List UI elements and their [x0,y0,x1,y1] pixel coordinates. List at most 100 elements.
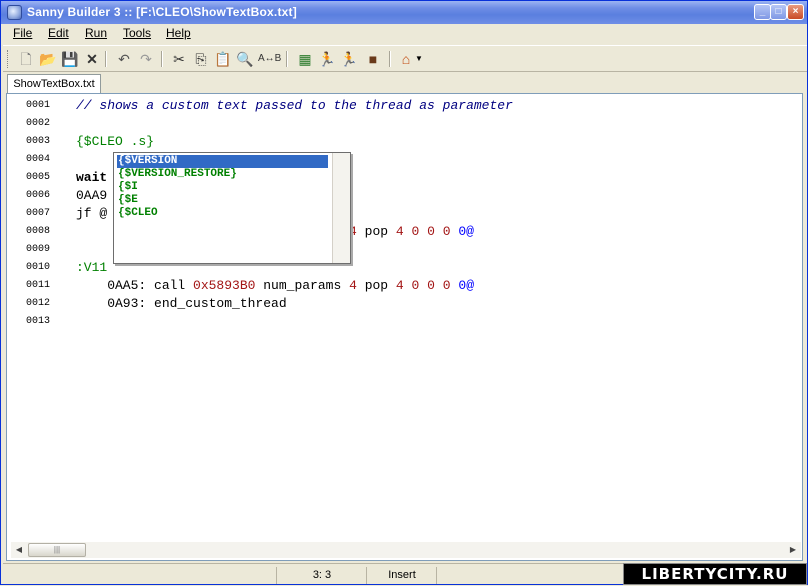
menu-file[interactable]: File [13,26,32,40]
toolbar-separator [161,51,163,67]
toolbar-separator [105,51,107,67]
menu-file-label: File [13,26,33,40]
code-token: 0 [427,278,435,293]
code-token: 0 [442,278,451,293]
code-token: 0AA5: call [76,278,194,293]
code-token: 4 [395,224,404,239]
scroll-left-icon[interactable]: ◀ [11,542,27,558]
code-line[interactable]: 0013 [7,313,802,331]
save-icon[interactable]: 💾 [61,50,79,68]
autocomplete-item[interactable]: {$VERSION_RESTORE} [118,168,237,181]
tab-strip: ShowTextBox.txt [3,72,807,94]
autocomplete-item[interactable]: {$CLEO [118,207,158,220]
copy-icon[interactable]: ⎘ [192,50,210,68]
toolbar: 🗋 📂 💾 ✕ ↶ ↷ ✂ ⎘ 📋 🔍 A↔B ▦ 🏃 🏃 ■ ⌂ ▼ [3,45,807,72]
chevron-down-icon[interactable]: ▼ [414,50,424,68]
title-bar[interactable]: Sanny Builder 3 :: [F:\CLEO\ShowTextBox.… [1,1,807,24]
code-text: {$CLEO .s} [76,133,154,151]
line-number: 0003 [26,136,51,147]
line-number: 0006 [26,190,51,201]
menu-edit-label: Edit [48,26,69,40]
line-number: 0011 [26,280,51,291]
code-text: 0AA5: call 0x5893B0 num_params 4 pop 4 0… [76,277,474,295]
code-token: pop [356,278,396,293]
menu-edit[interactable]: Edit [48,26,69,40]
code-text: 0A93: end_custom_thread [76,295,287,313]
code-token: wait [76,170,108,185]
code-text: :V11 [76,259,107,277]
compile-icon[interactable]: ▦ [296,50,314,68]
app-icon [7,5,22,20]
menu-tools-label: Tools [123,26,152,40]
replace-icon[interactable]: A↔B [258,50,281,68]
run-debug-icon[interactable]: 🏃 [340,50,358,68]
code-token: 0@ [458,278,475,293]
code-line[interactable]: 0012 0A93: end_custom_thread [7,295,802,313]
code-token: pop [356,224,396,239]
paste-icon[interactable]: 📋 [214,50,232,68]
line-number: 0004 [26,154,51,165]
open-folder-icon[interactable]: 📂 [39,50,57,68]
help-icon[interactable]: ⌂ [397,50,415,68]
status-panel-empty [436,567,627,584]
scroll-right-icon[interactable]: ▶ [785,542,801,558]
autocomplete-popup[interactable]: {$VERSION {$VERSION_RESTORE} {$I {$E {$CLEO [113,152,351,264]
code-line[interactable]: 0011 0AA5: call 0x5893B0 num_params 4 po… [7,277,802,295]
toolbar-grip[interactable] [7,50,11,68]
code-token: // shows a custom text passed to the thr… [76,98,513,113]
code-token: 0AA9 [76,188,108,203]
toolbar-separator [286,51,288,67]
code-token: 0 [442,224,451,239]
code-line[interactable]: 0002 [7,115,802,133]
code-token: 0A93: end_custom_thread [76,296,287,311]
find-icon[interactable]: 🔍 [236,50,254,68]
code-line[interactable]: 0003 {$CLEO .s} [7,133,802,151]
run-icon[interactable]: 🏃 [318,50,336,68]
toolbar-separator [389,51,391,67]
scroll-thumb[interactable]: ||| [28,543,86,557]
code-token: 0x5893B0 [193,278,256,293]
horizontal-scrollbar[interactable]: ◀ ||| ▶ [11,542,801,558]
line-number: 0010 [26,262,51,273]
line-number: 0013 [26,316,51,327]
menu-run[interactable]: Run [85,26,107,40]
line-number: 0002 [26,118,51,129]
code-token: 4 [395,278,404,293]
undo-icon[interactable]: ↶ [115,50,133,68]
line-number: 0001 [26,100,51,111]
autocomplete-item[interactable]: {$I [118,181,138,194]
autocomplete-scrollbar[interactable] [332,153,350,263]
close-window-button[interactable]: × [787,4,804,20]
menu-help-label: Help [166,26,191,40]
code-token: jf @ [76,206,108,221]
new-file-icon[interactable]: 🗋 [17,50,35,68]
menu-run-label: Run [85,26,108,40]
status-mode: Insert [366,567,437,584]
cut-icon[interactable]: ✂ [170,50,188,68]
redo-icon[interactable]: ↷ [137,50,155,68]
autocomplete-item[interactable]: {$VERSION [117,155,328,168]
line-number: 0009 [26,244,51,255]
line-number: 0007 [26,208,51,219]
app-window: Sanny Builder 3 :: [F:\CLEO\ShowTextBox.… [0,0,808,585]
game-icon[interactable]: ■ [364,50,382,68]
menu-bar: File Edit Run Tools Help [3,24,807,43]
close-icon[interactable]: ✕ [83,50,101,68]
code-line[interactable]: 0001 // shows a custom text passed to the… [7,97,802,115]
minimize-button[interactable]: _ [754,4,771,20]
menu-tools[interactable]: Tools [123,26,151,40]
line-number: 0012 [26,298,51,309]
menu-help[interactable]: Help [166,26,191,40]
maximize-button[interactable]: □ [770,4,787,20]
line-number: 0008 [26,226,51,237]
code-text: jf @ [76,205,107,223]
tab-showtextbox[interactable]: ShowTextBox.txt [7,74,101,94]
autocomplete-item[interactable]: {$E [118,194,138,207]
line-number: 0005 [26,172,51,183]
